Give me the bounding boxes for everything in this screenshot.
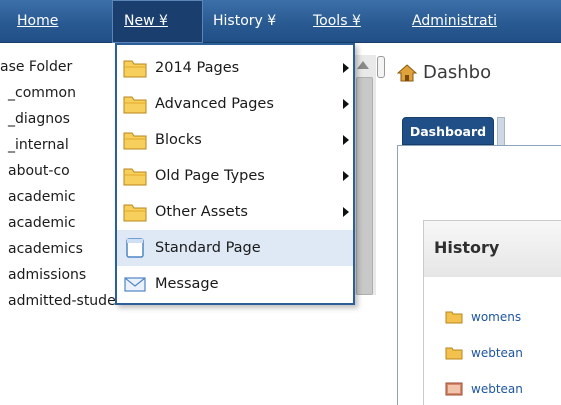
tree-scrollbar[interactable]	[352, 55, 376, 295]
submenu-arrow-icon	[343, 135, 349, 145]
menu-item-message[interactable]: Message	[117, 266, 353, 302]
history-item[interactable]: webtean	[445, 380, 523, 398]
block-icon	[445, 382, 463, 396]
page-title-text: Dashbo	[423, 62, 492, 83]
folder-icon	[445, 347, 463, 360]
menu-item-label: Message	[155, 276, 219, 292]
nav-administration[interactable]: Administrati	[412, 0, 497, 43]
menu-item-label: Old Page Types	[155, 168, 265, 184]
page-title: Dashbo	[397, 60, 491, 86]
history-item[interactable]: webtean	[445, 344, 523, 362]
history-title: History	[434, 238, 500, 257]
submenu-arrow-icon	[343, 99, 349, 109]
folder-icon	[123, 132, 147, 150]
nav-new-label: New ¥	[124, 13, 168, 29]
panel-collapse-handle[interactable]	[377, 56, 385, 78]
folder-icon	[123, 60, 147, 78]
nav-tools[interactable]: Tools ¥	[313, 0, 361, 43]
submenu-arrow-icon	[343, 171, 349, 181]
menu-item-2014-pages[interactable]: 2014 Pages	[117, 50, 353, 86]
folder-icon	[123, 204, 147, 222]
home-icon	[397, 64, 417, 82]
nav-new[interactable]: New ¥	[112, 0, 203, 43]
menu-item-blocks[interactable]: Blocks	[117, 122, 353, 158]
folder-icon	[123, 96, 147, 114]
history-item-label: webtean	[471, 346, 523, 360]
nav-history-label: History ¥	[213, 13, 277, 29]
tab-next[interactable]	[497, 117, 505, 145]
nav-admin-label: Administrati	[412, 13, 498, 29]
submenu-arrow-icon	[343, 207, 349, 217]
menu-item-label: Advanced Pages	[155, 96, 274, 112]
nav-history[interactable]: History ¥	[213, 0, 276, 43]
nav-home-label: Home	[17, 13, 59, 29]
menu-item-standard-page[interactable]: Standard Page	[117, 230, 353, 266]
folder-icon	[123, 168, 147, 186]
new-dropdown-menu: 2014 Pages Advanced Pages Blocks Old Pag…	[115, 43, 355, 305]
envelope-icon	[124, 277, 146, 292]
tab-dashboard[interactable]: Dashboard	[402, 117, 494, 145]
menu-item-label: Standard Page	[155, 240, 261, 256]
nav-tools-label: Tools ¥	[313, 13, 361, 29]
scroll-thumb[interactable]	[356, 77, 373, 295]
history-item-label: womens	[471, 310, 522, 324]
history-item-label: webtean	[471, 382, 523, 396]
menu-item-label: Blocks	[155, 132, 202, 148]
history-item[interactable]: womens	[445, 308, 521, 326]
menu-item-old-page-types[interactable]: Old Page Types	[117, 158, 353, 194]
page-icon	[126, 238, 144, 258]
nav-home[interactable]: Home	[17, 0, 103, 43]
folder-icon	[445, 311, 463, 324]
menu-item-label: Other Assets	[155, 204, 248, 220]
menu-item-other-assets[interactable]: Other Assets	[117, 194, 353, 230]
menu-item-label: 2014 Pages	[155, 60, 240, 76]
scroll-up-arrow-icon[interactable]	[357, 61, 369, 69]
menu-item-advanced-pages[interactable]: Advanced Pages	[117, 86, 353, 122]
top-nav-bar: Home New ¥ History ¥ Tools ¥ Administrat…	[0, 0, 561, 43]
submenu-arrow-icon	[343, 63, 349, 73]
